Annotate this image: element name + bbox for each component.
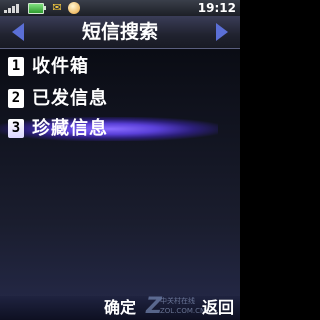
app-icon bbox=[68, 2, 80, 14]
menu-item-label: 已发信息 bbox=[32, 88, 108, 109]
menu-item-inbox[interactable]: 1 收件箱 bbox=[0, 53, 240, 81]
number-badge: 1 bbox=[8, 57, 24, 76]
menu-item-label: 收件箱 bbox=[32, 56, 89, 77]
clock: 19:12 bbox=[197, 1, 236, 15]
status-bar: ✉ 19:12 bbox=[0, 0, 240, 16]
back-softkey[interactable]: 返回 bbox=[202, 297, 234, 319]
softkey-bar: 确定 Z 中关村在线 ZOL.COM.CN 返回 bbox=[0, 296, 240, 320]
watermark-line2: ZOL.COM.CN bbox=[160, 307, 206, 315]
menu-item-label: 珍藏信息 bbox=[32, 118, 108, 139]
ok-softkey[interactable]: 确定 bbox=[104, 297, 136, 319]
title-bar: 短信搜索 bbox=[0, 16, 240, 49]
battery-icon bbox=[28, 3, 46, 14]
menu-item-favorites[interactable]: 3 珍藏信息 bbox=[0, 115, 240, 143]
page-title: 短信搜索 bbox=[81, 21, 158, 43]
menu-list: 1 收件箱 2 已发信息 3 珍藏信息 bbox=[0, 49, 240, 298]
watermark-logo: Z 中关村在线 ZOL.COM.CN bbox=[146, 296, 205, 318]
number-badge: 3 bbox=[8, 119, 24, 138]
menu-item-sent[interactable]: 2 已发信息 bbox=[0, 85, 240, 113]
number-badge: 2 bbox=[8, 89, 24, 108]
right-arrow-icon[interactable] bbox=[216, 23, 228, 41]
signal-icon bbox=[4, 3, 22, 13]
watermark-line1: 中关村在线 bbox=[160, 297, 195, 305]
message-icon: ✉ bbox=[52, 1, 62, 14]
